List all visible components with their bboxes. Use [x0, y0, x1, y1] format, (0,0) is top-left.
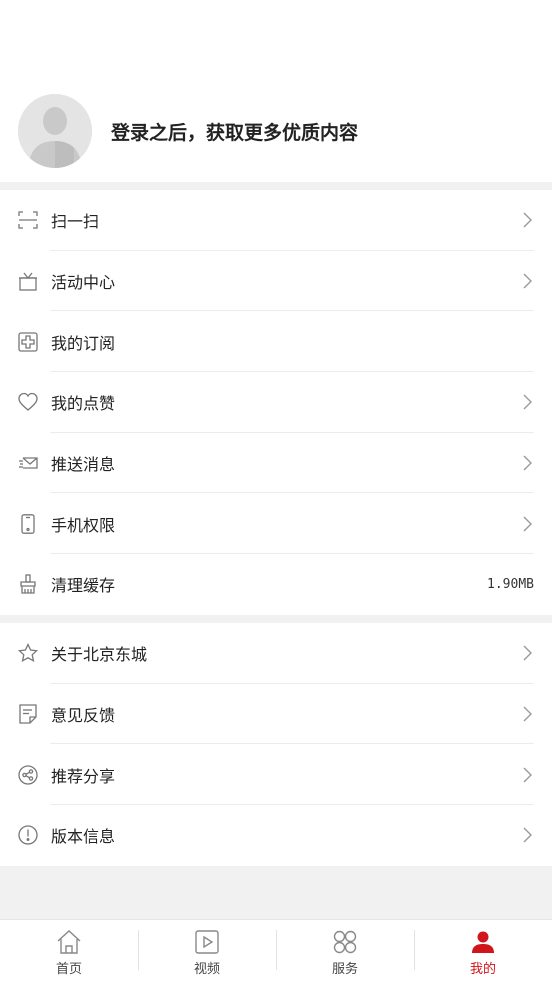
tab-services[interactable]: 服务: [276, 920, 414, 981]
menu-item-recommend-share[interactable]: 推荐分享: [0, 744, 552, 805]
menu-item-subscriptions[interactable]: 我的订阅: [0, 311, 552, 372]
chevron-right-icon: [522, 766, 534, 784]
avatar[interactable]: [18, 94, 92, 168]
menu-item-label: 我的订阅: [51, 333, 116, 353]
chevron-right-icon: [522, 393, 534, 411]
heart-icon: [18, 392, 38, 412]
status-area: [0, 0, 552, 80]
user-icon: [469, 928, 497, 956]
menu-item-my-likes[interactable]: 我的点赞: [0, 372, 552, 433]
chevron-right-icon: [522, 644, 534, 662]
brush-icon: [18, 574, 38, 595]
menu-item-label: 意见反馈: [51, 705, 116, 725]
menu-item-label: 推荐分享: [51, 766, 116, 786]
menu-item-phone-permissions[interactable]: 手机权限: [0, 493, 552, 554]
share-icon: [18, 764, 38, 785]
menu-item-scan[interactable]: 扫一扫: [0, 190, 552, 251]
tab-label: 视频: [193, 962, 220, 977]
menu-item-feedback[interactable]: 意见反馈: [0, 684, 552, 745]
info-icon: [18, 825, 38, 845]
video-icon: [193, 928, 221, 956]
chevron-right-icon: [522, 454, 534, 472]
chevron-right-icon: [522, 705, 534, 723]
subscribe-plus-icon: [18, 332, 38, 352]
grid-icon: [331, 928, 359, 956]
avatar-placeholder-icon: [18, 94, 92, 168]
gift-icon: [18, 271, 38, 291]
menu-item-version-info[interactable]: 版本信息: [0, 805, 552, 866]
tab-label: 我的: [469, 962, 496, 977]
message-icon: [18, 453, 38, 473]
cache-size-value: 1.90MB: [487, 576, 534, 592]
menu-item-label: 清理缓存: [51, 576, 116, 596]
bottom-tab-bar: 首页 视频 服务 我的: [0, 919, 552, 981]
menu-group-1: 扫一扫 活动中心 我的订阅 我的点赞 推送消息 手机权限 清理缓存 1.90MB: [0, 190, 552, 615]
scan-icon: [18, 210, 38, 230]
menu-item-label: 我的点赞: [51, 394, 116, 414]
menu-item-activity-center[interactable]: 活动中心: [0, 251, 552, 312]
menu-item-label: 推送消息: [51, 455, 116, 475]
login-prompt[interactable]: 登录之后，获取更多优质内容: [111, 118, 358, 145]
profile-header[interactable]: 登录之后，获取更多优质内容: [0, 80, 552, 190]
menu-item-label: 活动中心: [51, 273, 116, 293]
tab-me[interactable]: 我的: [414, 920, 552, 981]
tab-label: 服务: [331, 962, 358, 977]
chevron-right-icon: [522, 826, 534, 844]
menu-item-push-messages[interactable]: 推送消息: [0, 433, 552, 494]
tab-label: 首页: [55, 962, 82, 977]
home-icon: [55, 928, 83, 956]
menu-group-2: 关于北京东城 意见反馈 推荐分享 版本信息: [0, 622, 552, 866]
phone-icon: [18, 513, 38, 534]
feedback-icon: [18, 704, 38, 724]
star-icon: [18, 643, 38, 663]
menu-item-label: 版本信息: [51, 827, 116, 847]
chevron-right-icon: [522, 272, 534, 290]
menu-item-about[interactable]: 关于北京东城: [0, 623, 552, 684]
menu-item-label: 扫一扫: [51, 212, 100, 232]
chevron-right-icon: [522, 211, 534, 229]
menu-item-label: 关于北京东城: [51, 645, 148, 665]
menu-item-clear-cache[interactable]: 清理缓存 1.90MB: [0, 554, 552, 615]
menu-item-label: 手机权限: [51, 515, 116, 535]
tab-home[interactable]: 首页: [0, 920, 138, 981]
chevron-right-icon: [522, 515, 534, 533]
tab-video[interactable]: 视频: [138, 920, 276, 981]
